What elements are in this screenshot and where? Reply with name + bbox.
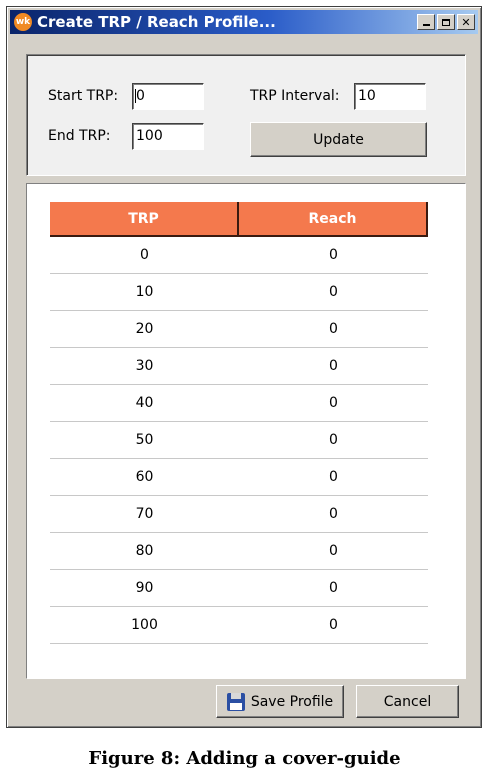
reach-cell[interactable]: 0 (239, 422, 428, 458)
app-logo-icon: wk (14, 13, 32, 31)
title-bar[interactable]: wk Create TRP / Reach Profile... ✕ (10, 10, 478, 34)
table-body: 0 0 10 0 20 0 30 0 40 0 50 0 60 0 70 0 80 0 90 0 100 0 (50, 237, 428, 644)
table-row[interactable]: 10 0 (50, 274, 428, 311)
table-row[interactable]: 20 0 (50, 311, 428, 348)
maximize-button[interactable] (437, 14, 455, 30)
reach-cell[interactable]: 0 (239, 570, 428, 606)
table-row[interactable]: 00 (50, 237, 428, 274)
save-profile-label: Save Profile (250, 693, 334, 710)
reach-cell[interactable]: 0 (239, 237, 428, 273)
close-icon: ✕ (461, 15, 471, 29)
reach-cell[interactable]: 0 (239, 607, 428, 643)
minimize-button[interactable] (417, 14, 435, 30)
save-profile-button[interactable]: Save Profile (216, 685, 344, 718)
start-trp-input[interactable]: 0 (132, 83, 204, 110)
column-header-trp[interactable]: TRP (50, 202, 239, 237)
trp-reach-table: TRP Reach 0 0 10 0 20 0 30 0 40 0 50 0 60 0 70 0 80 0 90 0 1… (50, 202, 428, 644)
start-trp-label: Start TRP: (48, 88, 119, 104)
trp-cell[interactable]: 100 (50, 607, 239, 643)
reach-cell[interactable]: 0 (239, 311, 428, 347)
profile-table-panel: TRP Reach 0 0 10 0 20 0 30 0 40 0 50 0 60 0 70 0 80 0 90 0 1… (26, 183, 466, 679)
end-trp-label: End TRP: (48, 128, 111, 144)
trp-interval-input[interactable]: 10 (354, 83, 426, 110)
window-controls: ✕ (417, 14, 475, 30)
table-header: TRP Reach (50, 202, 428, 237)
table-row[interactable]: 60 0 (50, 459, 428, 496)
maximize-icon (442, 18, 450, 26)
trp-cell[interactable]: 60 (50, 459, 239, 495)
table-row[interactable]: 30 0 (50, 348, 428, 385)
reach-cell[interactable]: 0 (239, 385, 428, 421)
reach-cell[interactable]: 0 (239, 533, 428, 569)
update-button[interactable]: Update (250, 122, 427, 157)
dialog-window: wk Create TRP / Reach Profile... ✕ Start… (6, 6, 482, 728)
trp-interval-label: TRP Interval: (250, 88, 340, 104)
reach-cell[interactable]: 0 (239, 496, 428, 532)
trp-cell[interactable]: 40 (50, 385, 239, 421)
column-header-reach[interactable]: Reach (239, 202, 428, 237)
settings-panel: Start TRP: 0 End TRP: 100 TRP Interval: … (26, 54, 466, 176)
figure-caption: Figure 8: Adding a cover-guide (88, 748, 401, 769)
trp-cell[interactable]: 0 (50, 237, 239, 273)
close-button[interactable]: ✕ (457, 14, 475, 30)
floppy-disk-icon (226, 692, 245, 711)
minimize-icon (422, 24, 430, 26)
trp-cell[interactable]: 30 (50, 348, 239, 384)
window-title: Create TRP / Reach Profile... (37, 13, 276, 31)
reach-cell[interactable]: 0 (239, 274, 428, 310)
table-row[interactable]: 40 0 (50, 385, 428, 422)
table-row[interactable]: 100 0 (50, 607, 428, 644)
reach-cell[interactable]: 0 (239, 459, 428, 495)
end-trp-input[interactable]: 100 (132, 123, 204, 150)
trp-cell[interactable]: 10 (50, 274, 239, 310)
trp-cell[interactable]: 70 (50, 496, 239, 532)
table-row[interactable]: 50 0 (50, 422, 428, 459)
trp-cell[interactable]: 20 (50, 311, 239, 347)
trp-cell[interactable]: 90 (50, 570, 239, 606)
trp-cell[interactable]: 50 (50, 422, 239, 458)
trp-cell[interactable]: 80 (50, 533, 239, 569)
reach-cell[interactable]: 0 (239, 348, 428, 384)
table-row[interactable]: 90 0 (50, 570, 428, 607)
table-row[interactable]: 70 0 (50, 496, 428, 533)
table-row[interactable]: 80 0 (50, 533, 428, 570)
cancel-button[interactable]: Cancel (356, 685, 459, 718)
